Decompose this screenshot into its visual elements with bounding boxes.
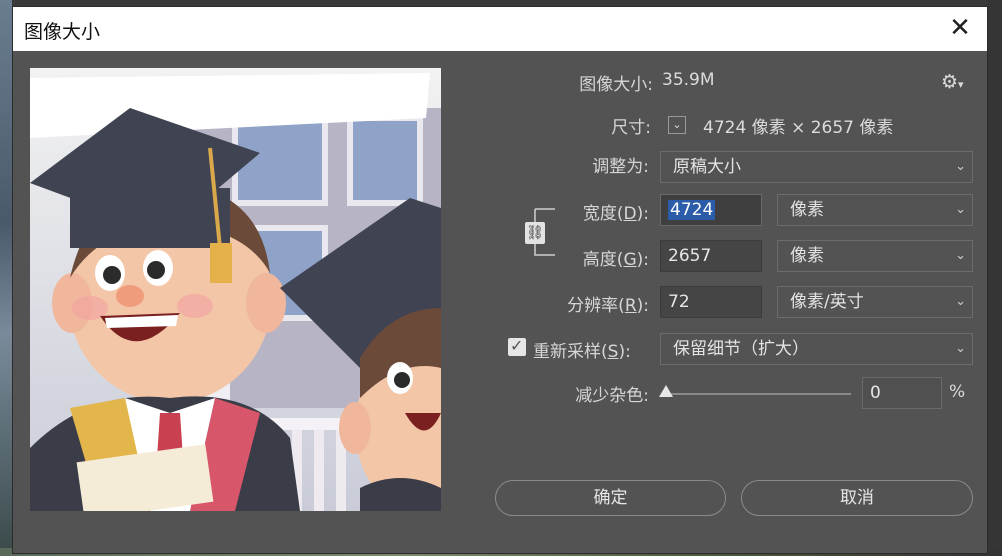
width-label: 宽度(D): [582, 204, 649, 224]
image-size-label: 图像大小: [579, 75, 653, 95]
resample-select[interactable]: 保留细节（扩大） ⌄ [660, 333, 973, 365]
reduce-noise-slider-thumb[interactable] [659, 385, 673, 397]
resolution-label: 分辨率(R): [567, 296, 649, 316]
width-value: 4724 [668, 200, 716, 220]
height-value: 2657 [668, 246, 712, 266]
height-unit-select[interactable]: 像素 ⌄ [777, 240, 973, 272]
resolution-unit-value: 像素/英寸 [790, 292, 864, 312]
image-size-value: 35.9M [662, 70, 715, 90]
chevron-down-icon: ⌄ [955, 294, 966, 309]
resample-checkbox[interactable]: ✓ [508, 336, 526, 356]
link-icon[interactable]: ⛓ [525, 222, 545, 244]
fit-to-value: 原稿大小 [673, 157, 741, 177]
reduce-noise-input[interactable]: 0 [862, 377, 942, 409]
image-preview[interactable] [30, 68, 441, 511]
chevron-down-icon: ⌄ [955, 341, 966, 356]
width-input[interactable]: 4724 [660, 194, 762, 226]
close-icon[interactable]: ✕ [945, 13, 975, 43]
reduce-noise-value: 0 [870, 383, 881, 403]
preview-illustration [30, 68, 441, 511]
chevron-down-icon: ⌄ [955, 248, 966, 263]
cancel-button[interactable]: 取消 [741, 480, 973, 516]
width-unit-select[interactable]: 像素 ⌄ [777, 194, 973, 226]
background-app-right [988, 0, 1002, 556]
chevron-down-icon: ⌄ [955, 202, 966, 217]
fit-to-select[interactable]: 原稿大小 ⌄ [660, 151, 973, 183]
dimensions-label: 尺寸: [611, 118, 651, 138]
width-unit-value: 像素 [790, 200, 824, 220]
height-unit-value: 像素 [790, 246, 824, 266]
resample-value: 保留细节（扩大） [673, 339, 809, 359]
ok-button[interactable]: 确定 [495, 480, 726, 516]
dimensions-unit-chevron-icon[interactable]: ⌄ [668, 116, 686, 134]
height-label: 高度(G): [582, 250, 649, 270]
fit-to-label: 调整为: [592, 157, 649, 177]
resample-label: 重新采样(S): [533, 342, 631, 362]
gear-icon[interactable]: ⚙▾ [941, 71, 964, 93]
resolution-input[interactable]: 72 [660, 286, 762, 318]
background-app-left [0, 0, 12, 556]
resolution-value: 72 [668, 292, 690, 312]
chevron-down-icon: ⌄ [955, 159, 966, 174]
checkmark-icon: ✓ [510, 336, 524, 355]
reduce-noise-unit: % [949, 382, 966, 402]
resolution-unit-select[interactable]: 像素/英寸 ⌄ [777, 286, 973, 318]
dialog-title: 图像大小 [24, 21, 101, 43]
reduce-noise-slider-track[interactable] [661, 393, 851, 395]
reduce-noise-label: 减少杂色: [575, 386, 649, 406]
image-size-dialog: 图像大小 ✕ 图像大小: 35.9M ⚙▾ 尺寸: ⌄ 4724 像素 × 26… [12, 6, 988, 554]
dimensions-value: 4724 像素 × 2657 像素 [703, 118, 894, 138]
title-bar: 图像大小 ✕ [13, 7, 987, 51]
height-input[interactable]: 2657 [660, 240, 762, 272]
